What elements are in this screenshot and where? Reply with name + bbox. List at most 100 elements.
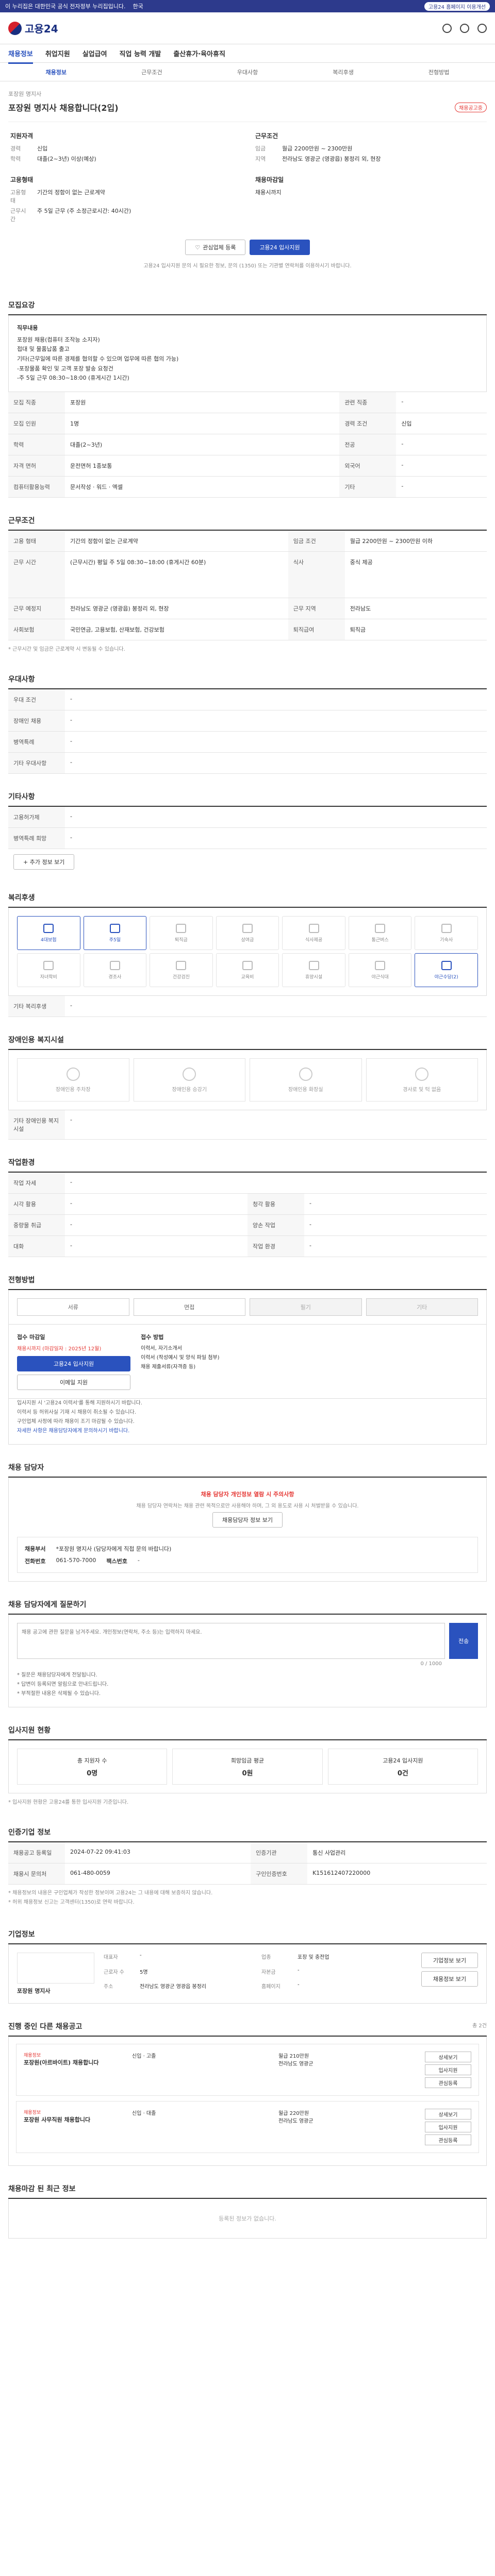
disability-etc-table: 기타 장애인용 복지시설 -	[8, 1110, 487, 1140]
cell-value: -	[304, 1214, 487, 1236]
tab-work-condition[interactable]: 근무조건	[104, 68, 200, 76]
recruit-table: 모집 직종 포장원 관련 직종 - 모집 인원 1명 경력 조건 신입 학력 대졸(2~3년)…	[8, 392, 487, 498]
cell-value: 중식 제공	[344, 551, 487, 599]
company-name[interactable]: 포장원 명지사	[8, 90, 487, 98]
welfare-label: 상여금	[241, 937, 254, 943]
table-row: 우대 조건 -	[8, 689, 487, 711]
cell-value: 전라남도	[344, 598, 487, 620]
nav-unemployment-benefit[interactable]: 실업급여	[82, 48, 107, 58]
welfare-item: 건강검진	[150, 953, 213, 988]
other-detail-button[interactable]: 상세보기	[425, 2109, 471, 2120]
job-header: 포장원 명지사 포장원 명지사 채용합니다(2입) 채용공고중	[8, 81, 487, 122]
site-logo[interactable]: 고용24	[8, 21, 58, 36]
email-apply-button[interactable]: 이메일 지원	[17, 1375, 130, 1391]
question-submit-button[interactable]: 전송	[449, 1623, 478, 1659]
apply-button-secondary[interactable]: 고용24 입사지원	[17, 1356, 130, 1372]
apply-doc[interactable]: 이력서 (작성예시 및 양식 파일 첨부)	[141, 1353, 478, 1363]
show-manager-button[interactable]: 채용담당자 정보 보기	[212, 1512, 283, 1528]
welfare-item: 경조사	[83, 953, 147, 988]
nav-vocational-training[interactable]: 직업 능력 개발	[120, 48, 161, 58]
welfare-label: 경조사	[108, 974, 122, 980]
disability-section: 장애인용 복지시설 장애인용 주차장 장애인용 승강기 장애인용 화장실 경사로…	[8, 1035, 487, 1140]
disability-grid: 장애인용 주차장 장애인용 승강기 장애인용 화장실 경사로 및 턱 없음	[8, 1050, 487, 1111]
other-job-title[interactable]: 포장원 사무직원 채용합니다	[24, 2115, 127, 2124]
cell-key: 외국어	[339, 455, 397, 477]
selection-section: 전형방법 서류 면접 필기 기타 접수 마감일 채용시까지 (마감일자 : 20…	[8, 1275, 487, 1445]
other-detail-button[interactable]: 상세보기	[425, 2052, 471, 2063]
cell-key: 전공	[339, 434, 397, 456]
user-icon[interactable]	[460, 23, 469, 33]
summary-value: 주 5일 근무 (주 소정근로시간: 40시간)	[37, 208, 131, 214]
cell-key: 모집 직종	[8, 392, 65, 414]
etc-title: 기타사항	[8, 791, 487, 807]
manager-warning-text: 채용 담당자 연락처는 채용 관련 목적으로만 사용해야 하며, 그 외 용도로…	[136, 1503, 359, 1510]
search-icon[interactable]	[442, 23, 452, 33]
summary-qualification-title: 지원자격	[10, 132, 34, 140]
other-interest-button[interactable]: 관심등록	[425, 2134, 471, 2146]
corp-key: 주소	[104, 1984, 113, 1990]
more-info-button[interactable]: + 추가 정보 보기	[13, 854, 75, 870]
cell-key: 병역특례 희망	[8, 827, 65, 850]
cell-key: 우대 조건	[8, 689, 65, 711]
table-row: 채용공고 등록일 2024-07-22 09:41:03 인증기관 통신 사업관리	[8, 1842, 487, 1864]
welfare-item: 야근식대	[348, 953, 412, 988]
lang-selector[interactable]: 한국	[133, 2, 143, 10]
menu-icon[interactable]	[477, 23, 487, 33]
cell-key: 병역특례	[8, 731, 65, 753]
cell-value: 전라남도 영광군 (영광읍) 봉정리 외, 현장	[65, 598, 288, 620]
corp-value: 5명	[140, 1969, 148, 1975]
question-input[interactable]	[17, 1623, 446, 1659]
elevator-icon	[183, 1067, 196, 1081]
cell-value: -	[65, 710, 487, 732]
stats-section: 입사지원 현황 총 지원자 수 0명 희망임금 평균 0원 고용24 입사지원 0건 …	[8, 1725, 487, 1809]
gov-notice-text: 이 누리집은 대한민국 공식 전자정부 누리집입니다.	[5, 3, 126, 10]
manager-section: 채용 담당자 채용 담당자 개인정보 열람 시 주의사항 채용 담당자 연락처는…	[8, 1462, 487, 1582]
tab-welfare[interactable]: 복리후생	[295, 68, 391, 76]
interest-button[interactable]: ♡ 관심업체 등록	[185, 240, 246, 255]
other-interest-button[interactable]: 관심등록	[425, 2077, 471, 2089]
corp-name: 포장원 명지사	[17, 1988, 51, 1995]
dept-value: *포장원 명지사 (담당자에게 직접 문의 바랍니다)	[56, 1546, 172, 1553]
summary-key: 학력	[10, 156, 21, 162]
cell-value: -	[65, 1214, 248, 1236]
cell-key: 퇴직급여	[288, 619, 345, 641]
other-job-card[interactable]: 채용정보 포장원 사무직원 채용합니다 신입 · 대졸 월급 220만원 전라남도 …	[16, 2101, 479, 2154]
cell-value: -	[396, 434, 487, 456]
tab-selection[interactable]: 전형방법	[391, 68, 487, 76]
other-apply-button[interactable]: 입사지원	[425, 2064, 471, 2076]
welfare-label: 야근식대	[371, 974, 389, 980]
cell-value: 문서작성 · 워드 · 엑셀	[65, 476, 340, 498]
job-desc-line: 접대 및 물품납품 출고	[17, 346, 70, 353]
other-job-title[interactable]: 포장원(아르바이트) 채용합니다	[24, 2058, 127, 2066]
summary-employment-title: 고용형태	[10, 176, 34, 183]
nav-employment-support[interactable]: 취업지원	[45, 48, 70, 58]
cell-value: 대졸(2~3년)	[65, 434, 340, 456]
nav-parental-leave[interactable]: 출산휴가·육아휴직	[173, 48, 225, 58]
stats-title: 입사지원 현황	[8, 1725, 487, 1741]
tab-prefer[interactable]: 우대사항	[200, 68, 295, 76]
corp-key: 홈페이지	[261, 1984, 280, 1990]
tab-recruit[interactable]: 채용정보	[8, 68, 104, 76]
qa-note: * 부적절한 내용은 삭제될 수 있습니다.	[17, 1691, 101, 1697]
bullet-line: 이력서 등 허위사실 기재 시 채용이 취소될 수 있습니다.	[17, 1410, 137, 1416]
improve-link[interactable]: 고용24 홈페이지 이용개선	[424, 2, 490, 11]
cell-value: -	[65, 827, 487, 850]
other-job-card[interactable]: 채용정보 포장원(아르바이트) 채용합니다 신입 · 고졸 월급 210만원 전라남…	[16, 2044, 479, 2096]
other-apply-button[interactable]: 입사지원	[425, 2122, 471, 2133]
manager-warning-title: 채용 담당자 개인정보 열람 시 주의사항	[201, 1491, 294, 1498]
nav-jobs[interactable]: 채용정보	[8, 48, 33, 64]
cell-key: 채용시 문의처	[8, 1863, 65, 1885]
work-title: 근무조건	[8, 515, 487, 531]
qa-note: * 질문은 채용담당자에게 전달됩니다.	[17, 1672, 97, 1679]
corp-jobs-button[interactable]: 채용정보 보기	[421, 1971, 478, 1987]
corp-info-button[interactable]: 기업정보 보기	[421, 1953, 478, 1969]
recruit-section: 모집요강 직무내용 포장원 채용(컴퓨터 조작능 소지자) 접대 및 물품납품 …	[8, 300, 487, 498]
cell-value: -	[396, 476, 487, 498]
welfare-item: 기숙사	[415, 916, 478, 951]
apply-button[interactable]: 고용24 입사지원	[250, 240, 310, 255]
cell-key: 임금 조건	[288, 531, 345, 552]
welfare-label: 교육비	[241, 974, 254, 980]
welfare-icon	[43, 960, 54, 970]
table-row: 자격 면허 운전면허 1종보통 외국어 -	[8, 455, 487, 477]
cell-key: 관련 직종	[339, 392, 397, 414]
